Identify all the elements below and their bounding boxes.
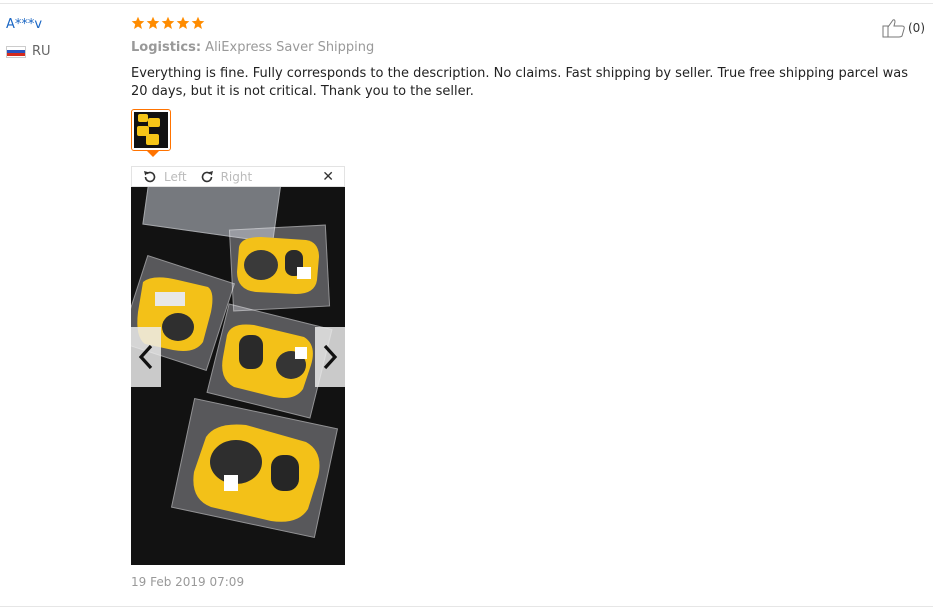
logistics-info: Logistics: AliExpress Saver Shipping	[131, 40, 374, 55]
star-icon	[146, 16, 160, 29]
chevron-right-icon	[323, 344, 338, 370]
star-icon	[131, 16, 145, 29]
chevron-left-icon	[138, 344, 153, 370]
helpful-button[interactable]: (0)	[882, 18, 925, 38]
thumbs-up-icon	[882, 19, 905, 38]
logistics-value: AliExpress Saver Shipping	[205, 40, 375, 55]
star-icon	[161, 16, 175, 29]
russia-flag-icon	[6, 45, 26, 58]
product-handle-image	[222, 324, 313, 398]
product-handle-image	[193, 424, 320, 522]
helpful-count: (0)	[908, 21, 925, 35]
reviewer-country: RU	[6, 44, 51, 59]
star-icon	[176, 16, 190, 29]
country-code: RU	[32, 44, 51, 59]
thumbnail-pointer	[146, 150, 160, 157]
product-handle-image	[237, 237, 319, 294]
reviewer-name[interactable]: A***v	[6, 17, 42, 32]
review-text: Everything is fine. Fully corresponds to…	[131, 66, 908, 99]
bottom-divider	[0, 606, 933, 607]
logistics-label: Logistics:	[131, 40, 202, 55]
rotate-left-label: Left	[164, 169, 187, 184]
review-date: 19 Feb 2019 07:09	[131, 575, 245, 589]
review-photo	[131, 187, 345, 565]
rotate-right-button[interactable]: Right	[199, 169, 253, 185]
rotate-left-button[interactable]: Left	[142, 169, 187, 185]
previous-image-button[interactable]	[131, 327, 161, 387]
rotate-right-label: Right	[220, 169, 253, 184]
image-viewer-toolbar: Left Right ✕	[131, 166, 345, 187]
top-divider	[0, 3, 933, 4]
close-icon[interactable]: ✕	[322, 169, 334, 185]
review-photo-thumbnail[interactable]	[131, 109, 171, 151]
rotate-right-icon	[201, 170, 213, 182]
next-image-button[interactable]	[315, 327, 345, 387]
star-rating	[131, 16, 205, 30]
star-icon	[191, 16, 205, 29]
rotate-left-icon	[144, 170, 156, 182]
